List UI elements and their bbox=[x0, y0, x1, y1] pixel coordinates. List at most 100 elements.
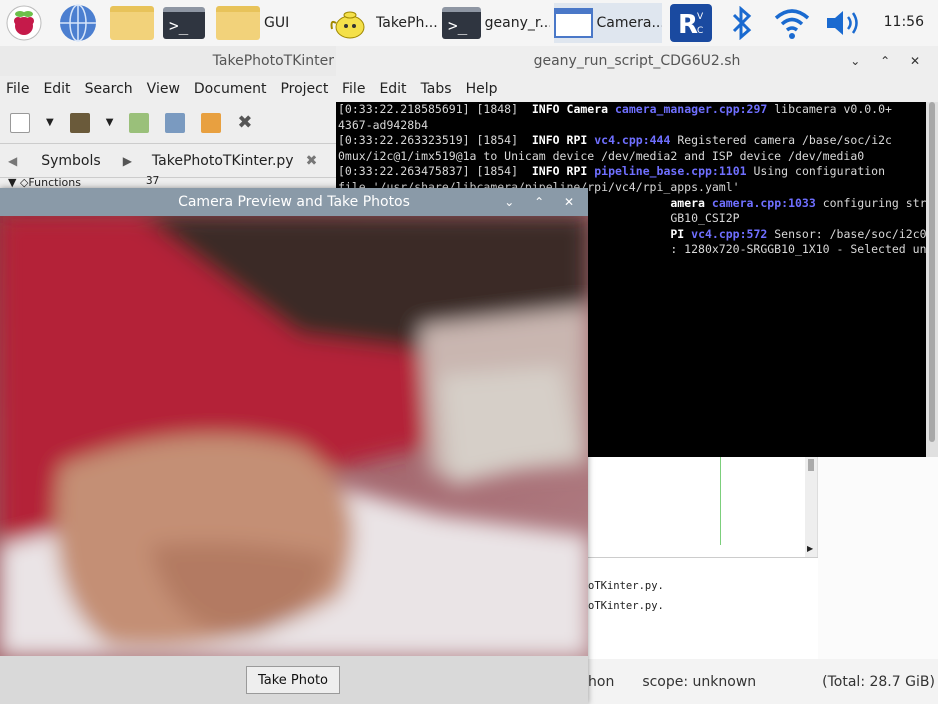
terminal-icon: >_ bbox=[442, 7, 481, 39]
tab-symbols[interactable]: Symbols bbox=[41, 153, 100, 169]
terminal-cat: amera bbox=[670, 195, 705, 210]
take-photo-button[interactable]: Take Photo bbox=[246, 666, 340, 694]
browser-globe-icon[interactable] bbox=[58, 4, 98, 42]
task-camera[interactable]: Camera... bbox=[554, 3, 662, 43]
file-manager-icon[interactable] bbox=[108, 4, 156, 42]
geany-toolbar: ▼ ▼ ✖ bbox=[0, 102, 336, 144]
open-file-icon[interactable] bbox=[69, 112, 90, 133]
terminal-ts: [0:33:22.263323519] [1854] bbox=[338, 133, 532, 148]
menu-document[interactable]: Document bbox=[194, 81, 267, 97]
tab-file[interactable]: TakePhotoTKinter.py bbox=[152, 153, 294, 169]
menu-search[interactable]: Search bbox=[85, 81, 133, 97]
task-geany[interactable]: TakePh... bbox=[330, 3, 438, 43]
tab-left-arrow-icon[interactable]: ◀ bbox=[8, 154, 17, 168]
terminal-ts: 4367-ad9428b4 bbox=[338, 117, 429, 132]
terminal-cat: Camera bbox=[566, 102, 609, 116]
new-file-icon[interactable] bbox=[10, 112, 30, 133]
volume-icon[interactable] bbox=[824, 4, 864, 42]
terminal-cat: RPI bbox=[566, 133, 588, 148]
status-filetype: hon bbox=[588, 673, 615, 690]
task-terminal-label: geany_r... bbox=[484, 15, 550, 31]
window-controls[interactable]: ⌄ ⌃ ✕ bbox=[850, 46, 928, 76]
terminal-src: vc4.cpp:444 bbox=[594, 133, 671, 148]
term-menu-tabs[interactable]: Tabs bbox=[421, 81, 452, 97]
menu-edit[interactable]: Edit bbox=[43, 81, 70, 97]
status-scope: scope: unknown bbox=[642, 673, 757, 690]
wifi-icon[interactable] bbox=[772, 4, 812, 42]
scrollbar-thumb[interactable] bbox=[929, 102, 935, 442]
raspberry-menu-icon[interactable] bbox=[4, 4, 44, 42]
svg-text:C: C bbox=[697, 26, 703, 36]
terminal-level: INFO bbox=[531, 102, 560, 116]
tab-right-arrow-icon[interactable]: ▶ bbox=[123, 154, 132, 168]
terminal-level: INFO bbox=[531, 133, 560, 148]
clock[interactable]: 11:56 bbox=[884, 14, 924, 30]
terminal-line: 0mux/i2c@1/imx519@1a to Unicam device /d… bbox=[338, 149, 924, 165]
geany-title: TakePhotoTKinter bbox=[0, 46, 336, 76]
terminal-ts: 0mux/i2c@1/imx519@1a to Unicam device /d… bbox=[338, 148, 865, 163]
editor-scrollbar[interactable]: ▶ bbox=[805, 457, 817, 557]
chevron-down-icon[interactable]: ▼ bbox=[46, 117, 54, 128]
terminal-msg: libcamera v0.0.0+ bbox=[767, 102, 892, 116]
save-all-icon[interactable] bbox=[165, 112, 186, 133]
terminal-level: INFO bbox=[531, 164, 560, 179]
close-icon[interactable]: ✖ bbox=[237, 112, 252, 133]
message-line: oTKinter.py. bbox=[588, 580, 664, 592]
scroll-arrow-icon[interactable]: ▶ bbox=[807, 544, 813, 553]
terminal-launcher-icon[interactable]: >_ bbox=[160, 4, 208, 42]
geany-teapot-icon bbox=[330, 11, 365, 39]
terminal-ts: [0:33:22.218585691] [1848] bbox=[338, 102, 532, 116]
task-folder-gui[interactable]: GUI bbox=[216, 3, 316, 43]
term-menu-file[interactable]: File bbox=[342, 81, 365, 97]
geany-tabs: ◀ Symbols ▶ TakePhotoTKinter.py ✖ bbox=[0, 144, 336, 178]
term-menu-help[interactable]: Help bbox=[466, 81, 498, 97]
revert-icon[interactable] bbox=[201, 112, 222, 133]
terminal-cat: RPI bbox=[566, 164, 588, 179]
status-disk: (Total: 28.7 GiB) bbox=[822, 673, 935, 690]
terminal-msg: Using configuration bbox=[746, 164, 886, 179]
status-bar: hon scope: unknown (Total: 28.7 GiB) bbox=[588, 659, 938, 704]
terminal-line: 4367-ad9428b4 bbox=[338, 118, 924, 134]
terminal-msg: Registered camera /base/soc/i2c bbox=[670, 133, 892, 148]
menu-view[interactable]: View bbox=[147, 81, 180, 97]
terminal-title: geany_run_script_CDG6U2.sh bbox=[533, 53, 741, 69]
window-icon bbox=[554, 8, 593, 38]
tab-close-icon[interactable]: ✖ bbox=[306, 153, 318, 169]
line-number: 37 bbox=[146, 174, 160, 187]
terminal-msg: configuring streams: (0) bbox=[822, 195, 926, 210]
save-icon[interactable] bbox=[129, 112, 150, 133]
menu-project[interactable]: Project bbox=[280, 81, 328, 97]
svg-text:R: R bbox=[678, 10, 698, 40]
bluetooth-icon[interactable] bbox=[722, 4, 762, 42]
terminal-menubar: File Edit Tabs Help bbox=[336, 76, 938, 102]
task-camera-label: Camera... bbox=[596, 15, 662, 31]
terminal-src: vc4.cpp:572 bbox=[691, 226, 768, 241]
chevron-down-icon[interactable]: ▼ bbox=[106, 117, 114, 128]
editor-pane[interactable]: ▶ bbox=[588, 457, 818, 557]
terminal-ts: [0:33:22.263475837] [1854] bbox=[338, 164, 532, 179]
folder-icon bbox=[216, 6, 260, 40]
terminal-src: camera_manager.cpp:297 bbox=[615, 102, 768, 116]
terminal-msg: Sensor: /base/soc/i2c0mux/i2c@1 bbox=[774, 226, 926, 241]
camera-window: Camera Preview and Take Photos ⌄ ⌃ ✕ Tak… bbox=[0, 188, 588, 704]
window-controls[interactable]: ⌄ ⌃ ✕ bbox=[504, 188, 582, 216]
message-line: oTKinter.py. bbox=[588, 600, 664, 612]
scrollbar-thumb[interactable] bbox=[808, 459, 814, 471]
terminal-line: [0:33:22.263323519] [1854] INFO RPI vc4.… bbox=[338, 133, 924, 149]
terminal-scrollbar[interactable] bbox=[926, 102, 938, 457]
term-menu-edit[interactable]: Edit bbox=[379, 81, 406, 97]
svg-text:V: V bbox=[697, 12, 704, 22]
terminal-cat: PI bbox=[670, 226, 685, 241]
message-pane[interactable]: oTKinter.py. oTKinter.py. bbox=[588, 557, 818, 659]
geany-menubar: File Edit Search View Document Project B bbox=[0, 76, 352, 102]
camera-title-bar: Camera Preview and Take Photos ⌄ ⌃ ✕ bbox=[0, 188, 588, 216]
terminal-line: [0:33:22.218585691] [1848] INFO Camera c… bbox=[338, 102, 924, 118]
long-line-marker bbox=[720, 457, 721, 545]
task-terminal[interactable]: >_ geany_r... bbox=[442, 3, 550, 43]
menu-file[interactable]: File bbox=[6, 81, 29, 97]
camera-preview-image bbox=[0, 216, 588, 656]
task-geany-label: TakePh... bbox=[376, 15, 438, 31]
task-folder-label: GUI bbox=[264, 15, 290, 31]
vnc-icon[interactable]: RVC bbox=[668, 4, 714, 42]
geany-lower-panels: ▶ oTKinter.py. oTKinter.py. hon scope: u… bbox=[588, 457, 938, 704]
